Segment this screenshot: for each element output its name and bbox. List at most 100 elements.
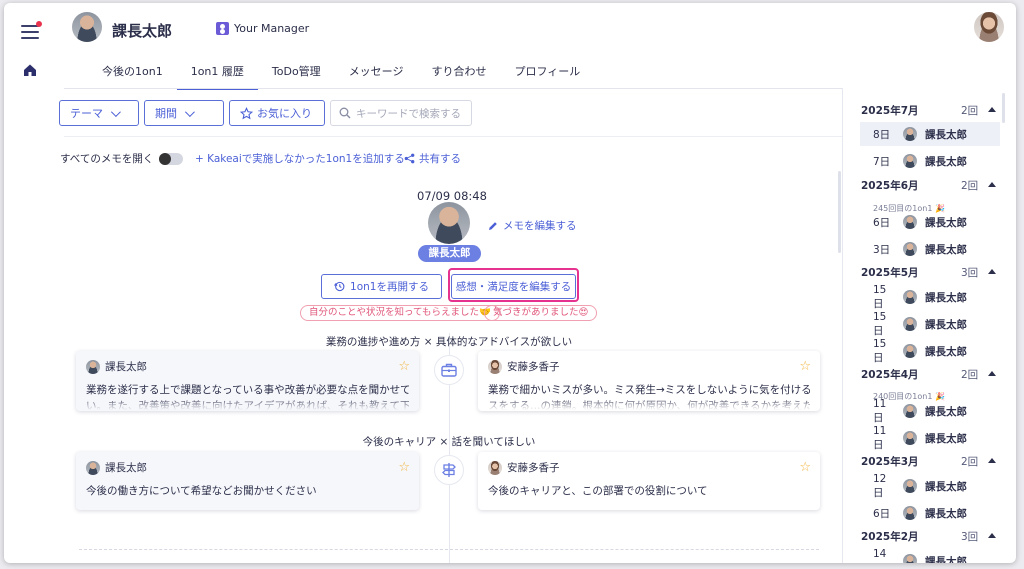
resume-1on1-button[interactable]: 1on1を再開する <box>321 274 442 299</box>
history-month: 2025年5月 <box>861 267 919 279</box>
entry-name: 課長太郎 <box>925 216 967 229</box>
collapse-caret-icon[interactable] <box>988 182 996 187</box>
entry-name: 課長太郎 <box>925 155 967 168</box>
entry-day: 8日 <box>873 128 891 141</box>
card-text-line: スをする…の連鎖。根本的に何が原因か、何が改善できるかを考えたい <box>488 400 810 410</box>
avatar <box>903 404 917 418</box>
avatar <box>903 479 917 493</box>
main-scrollbar[interactable] <box>838 171 841 253</box>
star-outline-icon[interactable]: ☆ <box>799 460 811 475</box>
history-month-count: 2回 <box>961 105 979 117</box>
toggle-switch[interactable] <box>159 152 184 165</box>
header-user-name: 課長太郎 <box>112 22 173 40</box>
add-outside-1on1-link[interactable]: + Kakeaiで実施しなかった1on1を追加する <box>195 151 405 166</box>
star-outline-icon[interactable]: ☆ <box>398 460 410 475</box>
open-all-memos-toggle[interactable]: すべてのメモを開く <box>60 151 184 166</box>
current-user-avatar[interactable] <box>974 12 1004 42</box>
history-month: 2025年6月 <box>861 180 919 192</box>
resume-1on1-label: 1on1を再開する <box>350 281 429 293</box>
tab-upcoming[interactable]: 今後の1on1 <box>88 63 177 87</box>
theme-filter[interactable]: テーマ <box>59 100 139 126</box>
history-month: 2025年7月 <box>861 105 919 117</box>
history-month: 2025年2月 <box>861 531 919 543</box>
collapse-caret-icon[interactable] <box>988 533 996 538</box>
history-entry[interactable]: 15日 課長太郎 <box>860 284 1000 310</box>
avatar <box>903 154 917 168</box>
collapse-caret-icon[interactable] <box>988 371 996 376</box>
history-icon <box>334 281 345 292</box>
avatar <box>903 554 917 563</box>
collapse-caret-icon[interactable] <box>988 269 996 274</box>
tab-profile[interactable]: プロフィール <box>500 63 594 87</box>
entry-name: 課長太郎 <box>925 555 967 564</box>
share-icon <box>404 153 415 164</box>
entry-name: 課長太郎 <box>925 243 967 256</box>
tab-messages[interactable]: メッセージ <box>335 63 418 87</box>
star-outline-icon[interactable]: ☆ <box>398 359 410 374</box>
member-topic-card[interactable]: 安藤多香子 ☆ 今後のキャリアと、この部署での役割について <box>478 452 820 510</box>
card-text-line: 業務で細かいミスが多い。ミス発生→ミスをしないように気を付ける→ミ <box>488 384 810 396</box>
menu-icon[interactable] <box>21 21 42 39</box>
history-entry[interactable]: 15日 課長太郎 <box>860 311 1000 337</box>
manager-topic-card[interactable]: 課長太郎 ☆ 今後の働き方について希望などお聞かせください <box>76 452 419 510</box>
favorites-filter-label: お気に入り <box>257 107 312 120</box>
briefcase-icon <box>441 363 457 377</box>
avatar <box>903 242 917 256</box>
tab-alignment[interactable]: すり合わせ <box>417 63 500 87</box>
history-scrollbar[interactable] <box>1002 93 1005 123</box>
feedback-tag: 自分のことや状況を知ってもらえました🤝 <box>300 305 500 321</box>
avatar <box>903 431 917 445</box>
member-topic-card[interactable]: 安藤多香子 ☆ 業務で細かいミスが多い。ミス発生→ミスをしないように気を付ける→… <box>478 351 820 411</box>
share-link[interactable]: 共有する <box>404 151 461 166</box>
tab-bar: 今後の1on1 1on1 履歴 ToDo管理 メッセージ すり合わせ プロフィー… <box>88 63 594 90</box>
card-author: 安藤多香子 <box>507 361 560 373</box>
collapse-caret-icon[interactable] <box>988 458 996 463</box>
topic-title: 今後のキャリア × 話を聞いてほしい <box>362 436 536 448</box>
tab-history[interactable]: 1on1 履歴 <box>176 63 259 90</box>
topic-title: 業務の進捗や進め方 × 具体的なアドバイスが欲しい <box>325 336 573 348</box>
entry-name: 課長太郎 <box>925 507 967 520</box>
star-outline-icon[interactable]: ☆ <box>799 359 811 374</box>
theme-filter-label: テーマ <box>70 107 103 120</box>
history-month: 2025年3月 <box>861 456 919 468</box>
chevron-down-icon <box>110 106 121 117</box>
manager-avatar <box>72 12 102 42</box>
keyword-search[interactable]: キーワードで検索する <box>330 100 472 126</box>
feedback-tag: 気づきがありました😍 <box>484 305 598 321</box>
role-badge: Your Manager <box>216 22 309 35</box>
history-entry[interactable]: 14日 課長太郎 <box>860 547 1000 564</box>
history-entry[interactable]: 6日 課長太郎 <box>860 210 1000 234</box>
tab-todo[interactable]: ToDo管理 <box>258 63 335 87</box>
card-text: 業務を遂行する上で課題となっている事や改善が必要な点を聞かせて下さ い。また、改善… <box>86 382 409 410</box>
history-entry[interactable]: 11日 課長太郎 <box>860 425 1000 451</box>
history-entry[interactable]: 15日 課長太郎 <box>860 338 1000 364</box>
history-entry[interactable]: 11日 課長太郎 <box>860 398 1000 424</box>
pencil-icon <box>489 221 497 230</box>
history-entry[interactable]: 8日 課長太郎 <box>860 122 1000 146</box>
history-entry[interactable]: 6日 課長太郎 <box>860 501 1000 525</box>
entry-name: 課長太郎 <box>925 291 967 304</box>
history-month-count: 2回 <box>961 180 979 192</box>
history-month: 2025年4月 <box>861 369 919 381</box>
entry-day: 14日 <box>873 547 887 564</box>
history-entry[interactable]: 12日 課長太郎 <box>860 473 1000 499</box>
edit-memo-link[interactable]: メモを編集する <box>488 218 577 233</box>
home-icon[interactable] <box>23 63 37 77</box>
signpost-icon <box>442 463 456 477</box>
avatar <box>488 460 502 475</box>
search-placeholder: キーワードで検索する <box>356 107 461 120</box>
history-entry[interactable]: 7日 課長太郎 <box>860 149 1000 173</box>
share-label: 共有する <box>419 153 461 165</box>
collapse-caret-icon[interactable] <box>988 107 996 112</box>
entry-name: 課長太郎 <box>925 405 967 418</box>
entry-day: 7日 <box>873 155 891 168</box>
app-window: 課長太郎 Your Manager 今後の1on1 1on1 履歴 ToDo管理… <box>4 3 1016 563</box>
entry-name: 課長太郎 <box>925 318 967 331</box>
manager-topic-card[interactable]: 課長太郎 ☆ 業務を遂行する上で課題となっている事や改善が必要な点を聞かせて下さ… <box>76 351 419 411</box>
favorites-filter[interactable]: お気に入り <box>229 100 325 126</box>
period-filter[interactable]: 期間 <box>144 100 224 126</box>
history-entry[interactable]: 3日 課長太郎 <box>860 237 1000 261</box>
avatar <box>86 460 100 475</box>
session-manager-name: 課長太郎 <box>418 245 481 262</box>
card-text-line: い。また、改善策や改善に向けたアイデアがあれば、それも教えて下 <box>86 400 409 410</box>
